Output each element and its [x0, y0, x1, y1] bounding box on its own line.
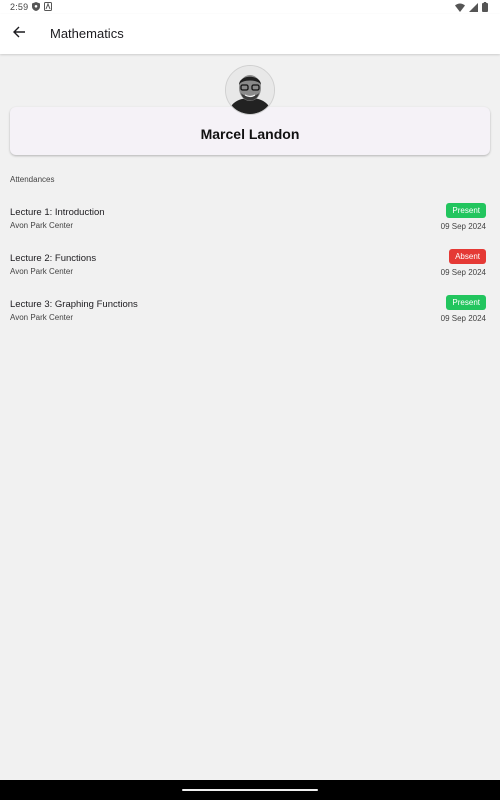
status-right-icons — [455, 2, 488, 14]
lecture-location: Avon Park Center — [10, 267, 73, 276]
app-bar: Mathematics — [0, 14, 500, 54]
status-time: 2:59 — [10, 2, 29, 12]
list-item[interactable]: Lecture 3: Graphing Functions Avon Park … — [10, 295, 486, 341]
lecture-title: Lecture 2: Functions — [10, 253, 97, 264]
profile-name: Marcel Landon — [200, 126, 300, 142]
shield-icon — [32, 2, 40, 13]
attendances-label: Attendances — [10, 175, 55, 184]
list-item[interactable]: Lecture 1: Introduction Avon Park Center… — [10, 203, 486, 249]
back-arrow-icon — [12, 25, 26, 44]
status-bar: 2:59 — [0, 0, 500, 14]
lecture-title: Lecture 3: Graphing Functions — [10, 299, 138, 310]
attendance-date: 09 Sep 2024 — [440, 314, 486, 323]
status-left-icons — [32, 2, 52, 13]
navigation-bar — [0, 780, 500, 800]
list-item[interactable]: Lecture 2: Functions Avon Park Center Ab… — [10, 249, 486, 295]
avatar — [225, 65, 275, 115]
page-title: Mathematics — [50, 26, 124, 41]
status-badge: Absent — [449, 249, 486, 264]
wifi-icon — [455, 3, 465, 14]
signal-icon — [469, 2, 478, 14]
lecture-location: Avon Park Center — [10, 221, 73, 230]
battery-icon — [482, 2, 488, 14]
attendance-list: Lecture 1: Introduction Avon Park Center… — [10, 203, 486, 341]
a-icon — [44, 2, 52, 13]
attendance-date: 09 Sep 2024 — [440, 222, 486, 231]
attendance-date: 09 Sep 2024 — [440, 268, 486, 277]
status-badge: Present — [446, 203, 486, 218]
status-badge: Present — [446, 295, 486, 310]
home-gesture-handle[interactable] — [182, 789, 318, 791]
back-button[interactable] — [7, 22, 31, 46]
lecture-location: Avon Park Center — [10, 313, 73, 322]
lecture-title: Lecture 1: Introduction — [10, 207, 105, 218]
